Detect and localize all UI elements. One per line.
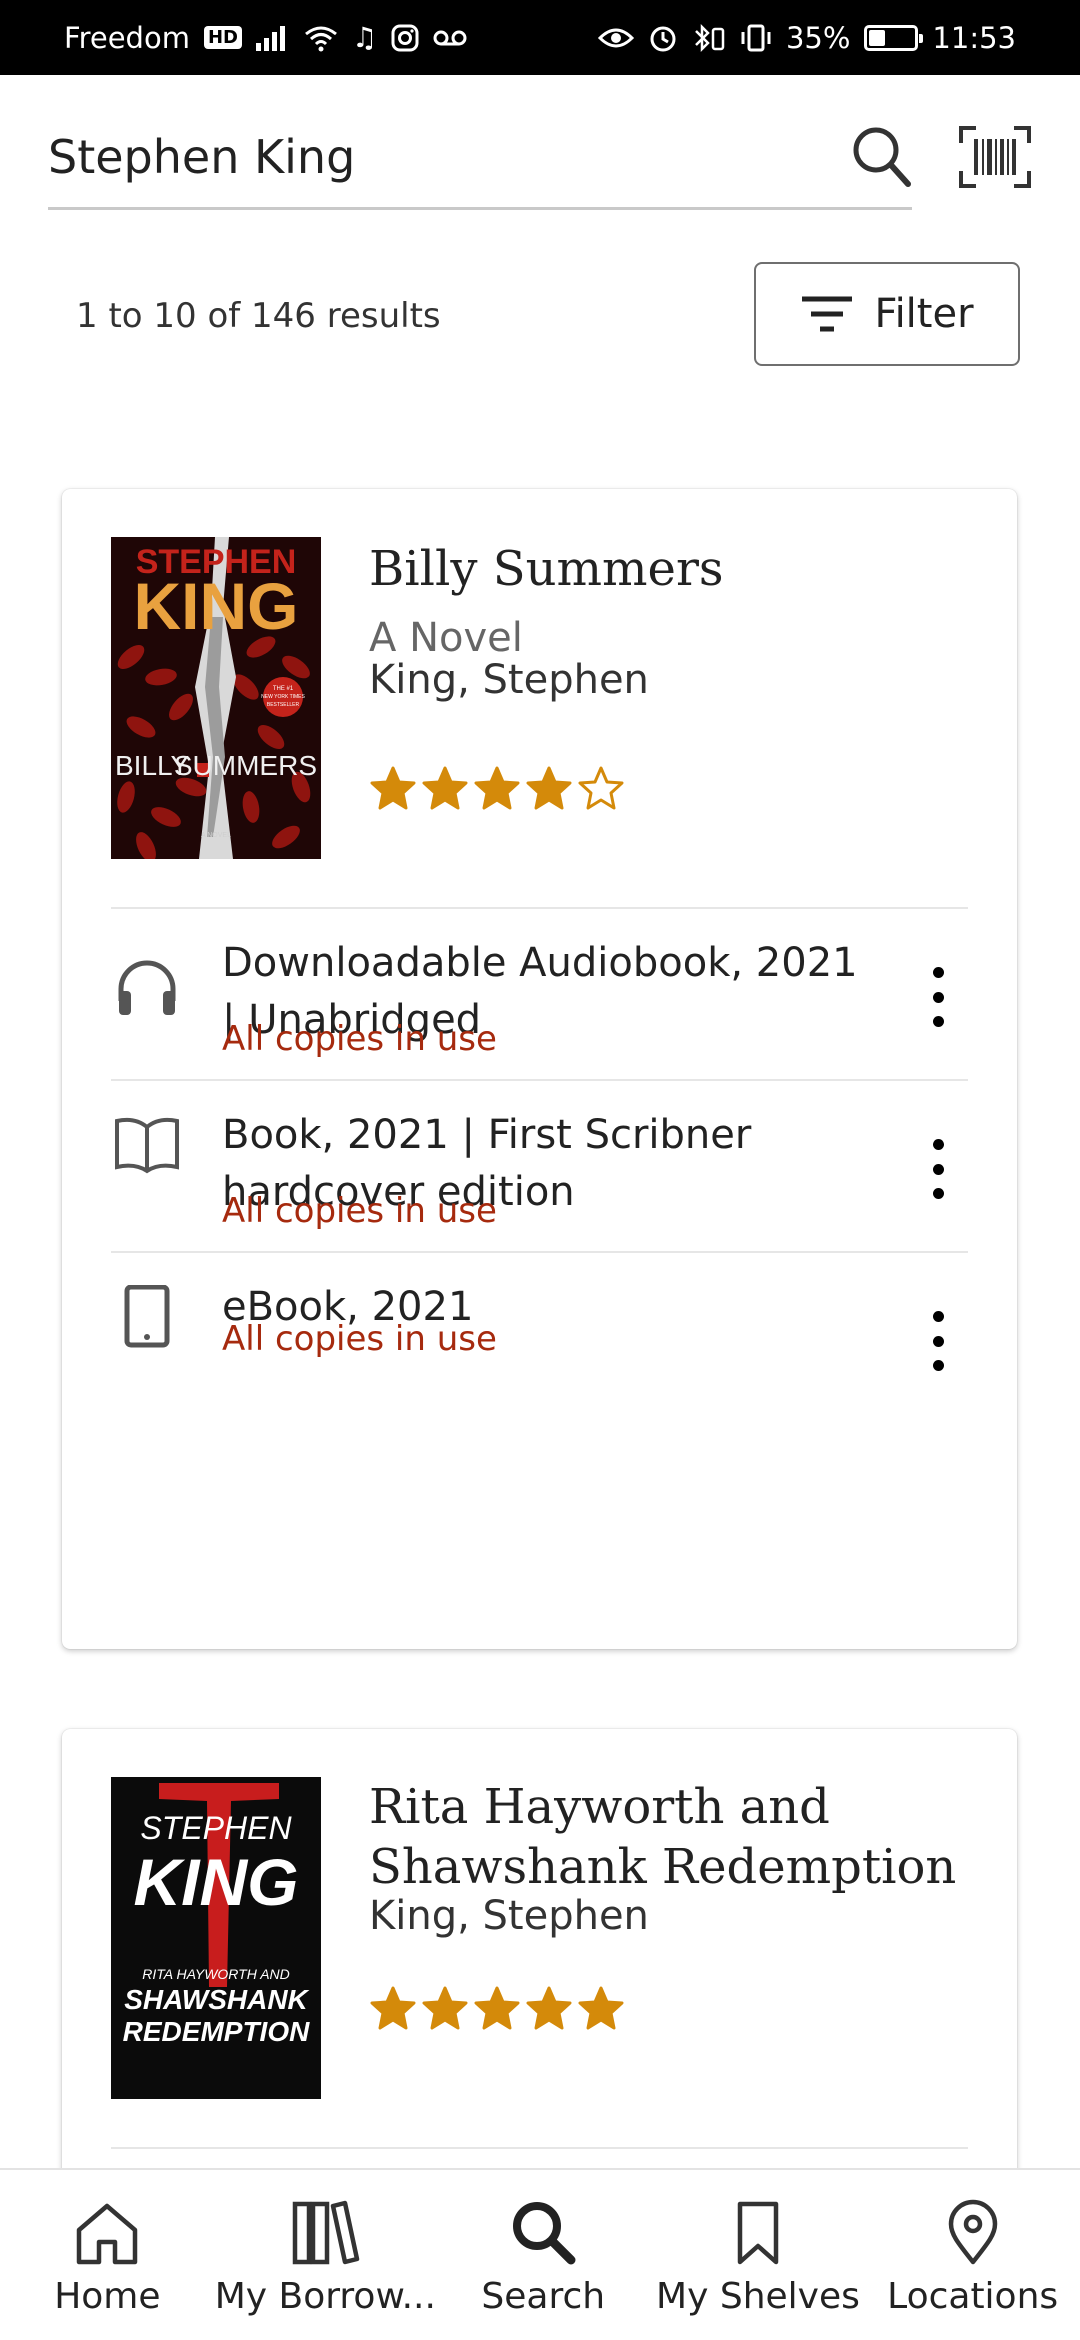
search-button[interactable] xyxy=(850,122,914,194)
nav-my-shelves[interactable]: My Shelves xyxy=(651,2170,866,2340)
hd-badge: HD xyxy=(203,26,242,49)
book-cover[interactable]: STEPHEN KING RITA HAYWORTH AND SHAWSHANK… xyxy=(111,1777,321,2099)
divider xyxy=(111,2147,968,2149)
cover-title-line: REDEMPTION xyxy=(123,2016,310,2047)
wifi-icon xyxy=(305,26,337,51)
format-row[interactable]: eBook, 2021 All copies in use xyxy=(111,1251,968,1423)
barcode-scan-button[interactable] xyxy=(958,125,1032,189)
book-author[interactable]: King, Stephen xyxy=(369,1893,649,1939)
nav-home[interactable]: Home xyxy=(0,2170,215,2340)
availability-status: All copies in use xyxy=(222,1191,497,1231)
more-options-button[interactable] xyxy=(923,1139,953,1199)
nav-label: My Borrow... xyxy=(214,2276,436,2317)
open-book-icon xyxy=(115,1117,179,1174)
format-row[interactable]: Downloadable Audiobook, 2021 | Unabridge… xyxy=(111,907,968,1079)
star-filled-icon xyxy=(422,1986,468,2030)
alarm-icon xyxy=(650,26,676,51)
bookmark-icon xyxy=(737,2201,779,2265)
book-author[interactable]: King, Stephen xyxy=(369,657,649,703)
nav-search[interactable]: Search xyxy=(436,2170,651,2340)
search-icon xyxy=(853,127,911,187)
battery-percent: 35% xyxy=(785,20,851,55)
book-cover-art: STEPHEN KING THE #1 NEW YORK TIMES BESTS… xyxy=(111,537,321,859)
carrier-name: Freedom xyxy=(64,20,190,55)
star-filled-icon xyxy=(370,766,416,810)
cover-badge-line: BESTSELLER xyxy=(267,702,300,708)
search-query[interactable]: Stephen King xyxy=(48,130,355,184)
more-options-button[interactable] xyxy=(923,1311,953,1371)
nav-label: Home xyxy=(54,2276,161,2317)
star-filled-icon xyxy=(474,1986,520,2030)
star-empty-icon xyxy=(578,766,624,810)
cover-badge-line: NEW YORK TIMES xyxy=(261,694,305,700)
star-rating xyxy=(369,1985,625,2033)
music-note-icon: ♫ xyxy=(351,20,378,54)
location-pin-icon xyxy=(948,2199,997,2265)
star-filled-icon xyxy=(422,766,468,810)
book-cover[interactable]: STEPHEN KING THE #1 NEW YORK TIMES BESTS… xyxy=(111,537,321,859)
star-filled-icon xyxy=(578,1986,624,2030)
voicemail-icon xyxy=(433,30,467,45)
nav-label: Search xyxy=(481,2276,606,2317)
bluetooth-battery-icon xyxy=(695,23,725,52)
battery-fill xyxy=(869,29,885,46)
search-input[interactable]: Stephen King xyxy=(48,112,912,210)
cover-title-right: SUMMERS xyxy=(174,750,317,781)
vibrate-icon xyxy=(741,24,771,51)
cover-author-first: STEPHEN xyxy=(140,1810,292,1846)
cover-title-line: SHAWSHANK xyxy=(124,1984,309,2015)
star-filled-icon xyxy=(474,766,520,810)
book-title[interactable]: Billy Summers xyxy=(369,539,724,599)
status-bar: Freedom HD ♫ 35% 11:53 xyxy=(0,0,1080,75)
barcode-icon xyxy=(959,126,1031,188)
filter-button[interactable]: Filter xyxy=(754,262,1020,366)
instagram-icon xyxy=(391,24,419,51)
tablet-icon xyxy=(124,1285,170,1348)
star-filled-icon xyxy=(526,1986,572,2030)
nav-locations[interactable]: Locations xyxy=(865,2170,1080,2340)
availability-status: All copies in use xyxy=(222,1019,497,1059)
results-count: 1 to 10 of 146 results xyxy=(76,296,441,336)
more-options-button[interactable] xyxy=(923,967,953,1027)
nav-label: Locations xyxy=(887,2276,1059,2317)
cover-author-last: KING xyxy=(134,569,299,643)
book-cover-art: STEPHEN KING RITA HAYWORTH AND SHAWSHANK… xyxy=(111,1777,321,2099)
format-row[interactable]: Book, 2021 | First Scribner hardcover ed… xyxy=(111,1079,968,1251)
star-filled-icon xyxy=(526,766,572,810)
battery-icon xyxy=(864,24,924,51)
nav-label: My Shelves xyxy=(656,2276,860,2317)
eye-icon xyxy=(597,28,634,47)
cover-title-line: RITA HAYWORTH AND xyxy=(142,1966,290,1982)
filter-label: Filter xyxy=(874,291,974,337)
books-icon xyxy=(293,2200,360,2265)
book-subtitle: A Novel xyxy=(369,615,523,661)
nav-my-borrowing[interactable]: My Borrow... xyxy=(215,2170,436,2340)
filter-icon xyxy=(802,296,853,332)
signal-icon xyxy=(255,25,285,51)
cover-badge-line: THE #1 xyxy=(273,686,294,692)
home-icon xyxy=(77,2203,138,2265)
book-title[interactable]: Rita Hayworth and Shawshank Redemption xyxy=(369,1777,969,1897)
headphones-icon xyxy=(118,960,176,1015)
star-rating xyxy=(369,765,625,813)
cover-footer: A NOVEL xyxy=(201,832,231,839)
search-icon xyxy=(513,2202,576,2265)
star-filled-icon xyxy=(370,1986,416,2030)
availability-status: All copies in use xyxy=(222,1319,497,1359)
clock: 11:53 xyxy=(932,20,1016,55)
bottom-navigation: Home My Borrow... Search My Shelves Loca… xyxy=(0,2168,1080,2340)
result-card[interactable]: STEPHEN KING THE #1 NEW YORK TIMES BESTS… xyxy=(62,489,1017,1649)
cover-author-last: KING xyxy=(134,1845,299,1919)
